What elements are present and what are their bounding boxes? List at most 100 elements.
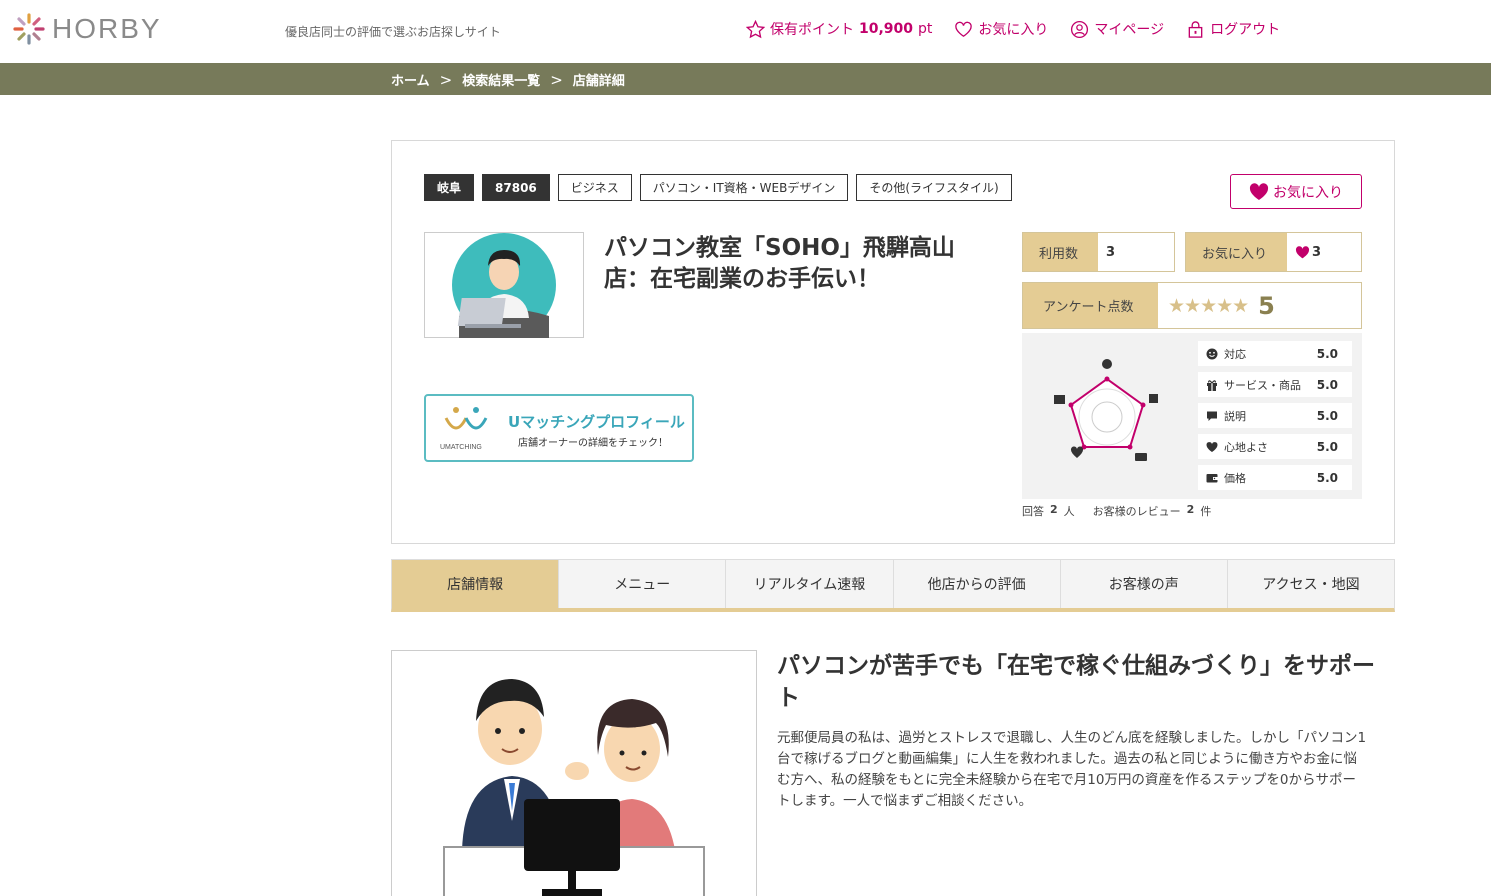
breadcrumb-search-results[interactable]: 検索結果一覧 [462, 70, 540, 89]
tag-category[interactable]: パソコン・IT資格・WEBデザイン [639, 174, 849, 201]
content-title: パソコンが苦手でも「在宅で稼ぐ仕組みづくり」をサポート [777, 653, 1375, 711]
reviews-unit: 件 [1200, 505, 1212, 518]
logo-text: HORBY [52, 13, 162, 44]
tab-shop-info[interactable]: 店舗情報 [392, 560, 560, 608]
site-tagline: 優良店同士の評価で選ぶお店探しサイト [285, 25, 501, 39]
header-nav: 保有ポイント 10,900 pt お気に入り マイページ ログアウト [746, 19, 1280, 39]
breadcrumb-separator: > [439, 70, 453, 89]
heart-outline-icon [955, 21, 973, 37]
tab-menu[interactable]: メニュー [559, 560, 727, 608]
favorites-link[interactable]: お気に入り [954, 19, 1048, 39]
answers-count: 2 [1050, 503, 1058, 516]
rating-row-comfort: 心地よさ 5.0 [1198, 434, 1352, 459]
rating-name: 対応 [1224, 347, 1246, 361]
favorites-label: お気に入り [978, 22, 1049, 38]
survey-score-box: アンケート点数 ★★★★★ 5 [1022, 282, 1362, 329]
tag-category[interactable]: ビジネス [557, 174, 632, 201]
answers-unit: 人 [1063, 505, 1075, 518]
usage-count-label: 利用数 [1023, 233, 1098, 271]
shop-tabs: 店舗情報 メニュー リアルタイム速報 他店からの評価 お客様の声 アクセス・地図 [391, 559, 1395, 612]
heart-icon [1249, 182, 1269, 200]
rating-score: 5.0 [1316, 470, 1338, 485]
add-favorite-button[interactable]: お気に入り [1230, 174, 1362, 209]
favorite-count-value: 3 [1312, 244, 1322, 260]
teaching-illustration-image [443, 679, 705, 896]
logout-label: ログアウト [1210, 22, 1281, 38]
rating-row-service: サービス・商品 5.0 [1198, 372, 1352, 397]
logout-link[interactable]: ログアウト [1186, 19, 1280, 39]
shop-thumbnail [424, 232, 584, 338]
breadcrumb: ホーム > 検索結果一覧 > 店舗詳細 [391, 70, 625, 90]
umatching-logo-icon: UMATCHING [440, 407, 488, 451]
breadcrumb-current: 店舗詳細 [572, 74, 625, 89]
tab-other-shop-reviews[interactable]: 他店からの評価 [893, 560, 1061, 608]
points-label: 保有ポイント [770, 22, 854, 38]
lock-icon [1188, 20, 1203, 38]
tab-customer-voice[interactable]: お客様の声 [1060, 560, 1228, 608]
rating-score: 5.0 [1316, 439, 1338, 454]
rating-name: 価格 [1224, 471, 1246, 485]
rating-name: サービス・商品 [1224, 378, 1301, 392]
site-logo[interactable]: HORBY [12, 12, 162, 46]
shop-card: 岐阜 87806 ビジネス パソコン・IT資格・WEBデザイン その他(ライフス… [391, 140, 1395, 544]
heart-icon [1295, 245, 1310, 258]
speech-bubble-icon [1135, 453, 1147, 461]
star-outline-icon [746, 19, 765, 38]
add-favorite-label: お気に入り [1273, 184, 1343, 201]
survey-stars: ★★★★★ [1168, 294, 1249, 317]
rating-row-price: 価格 5.0 [1198, 465, 1352, 490]
rating-name: 心地よさ [1224, 440, 1268, 454]
tag-shop-id: 87806 [482, 174, 550, 201]
usage-count-box: 利用数 3 [1022, 232, 1175, 272]
smile-icon [1102, 359, 1112, 369]
shop-tags: 岐阜 87806 ビジネス パソコン・IT資格・WEBデザイン その他(ライフス… [424, 174, 1012, 201]
rating-breakdown-panel: 対応 5.0 サービス・商品 5.0 説明 5.0 心地よさ 5.0 価格 5.… [1022, 333, 1362, 499]
points-unit: pt [918, 21, 933, 37]
wallet-icon [1054, 395, 1065, 404]
favorite-count-value-wrap: 3 [1287, 233, 1321, 271]
usage-count-value: 3 [1106, 244, 1116, 260]
answer-summary: 回答 2 人 お客様のレビュー 2 件 [1022, 503, 1211, 519]
mypage-label: マイページ [1094, 22, 1165, 38]
rating-score: 5.0 [1316, 377, 1338, 392]
favorite-count-box: お気に入り 3 [1185, 232, 1362, 272]
rating-row-response: 対応 5.0 [1198, 341, 1352, 366]
points-link[interactable]: 保有ポイント 10,900 pt [746, 19, 932, 39]
owner-avatar-image [452, 233, 556, 338]
mypage-link[interactable]: マイページ [1070, 19, 1164, 39]
umatching-profile-button[interactable]: UMATCHING Uマッチングプロフィール 店舗オーナーの詳細をチェック！ [424, 394, 694, 462]
site-header: HORBY 優良店同士の評価で選ぶお店探しサイト 保有ポイント 10,900 p… [0, 0, 1491, 63]
tab-realtime-news[interactable]: リアルタイム速報 [726, 560, 894, 608]
survey-score-wrap: ★★★★★ 5 [1158, 283, 1275, 328]
heart-icon [1206, 441, 1218, 452]
tag-prefecture[interactable]: 岐阜 [424, 174, 475, 201]
gift-icon [1207, 379, 1217, 391]
radar-chart [1054, 359, 1158, 461]
rating-score: 5.0 [1316, 346, 1338, 361]
shop-title: パソコン教室「SOHO」飛騨高山店：在宅副業のお手伝い！ [604, 235, 955, 292]
reviews-label[interactable]: お客様のレビュー [1093, 503, 1181, 519]
heart-icon [1070, 446, 1084, 458]
gift-icon [1149, 394, 1158, 403]
reviews-count: 2 [1186, 503, 1195, 516]
answers-label: 回答 [1022, 505, 1044, 518]
rating-row-explanation: 説明 5.0 [1198, 403, 1352, 428]
survey-score-label: アンケート点数 [1023, 283, 1158, 328]
shop-illustration [391, 650, 757, 896]
points-value: 10,900 [859, 21, 914, 37]
umatching-title: Uマッチングプロフィール [508, 413, 685, 431]
favorite-count-label: お気に入り [1186, 233, 1287, 271]
tag-category[interactable]: その他(ライフスタイル) [856, 174, 1012, 201]
speech-bubble-icon [1207, 411, 1217, 421]
logo-burst-icon [13, 13, 45, 45]
wallet-icon [1206, 473, 1218, 482]
tab-access-map[interactable]: アクセス・地図 [1227, 560, 1395, 608]
content-body: 元郵便局員の私は、過労とストレスで退職し、人生のどん底を経験しました。しかし「パ… [777, 730, 1367, 809]
umatching-subtitle: 店舗オーナーの詳細をチェック！ [518, 438, 668, 449]
breadcrumb-home[interactable]: ホーム [391, 70, 430, 89]
rating-score: 5.0 [1316, 408, 1338, 423]
user-circle-icon [1071, 20, 1089, 38]
breadcrumb-separator: > [550, 70, 563, 89]
svg-text:UMATCHING: UMATCHING [440, 444, 482, 451]
rating-name: 説明 [1224, 409, 1246, 423]
